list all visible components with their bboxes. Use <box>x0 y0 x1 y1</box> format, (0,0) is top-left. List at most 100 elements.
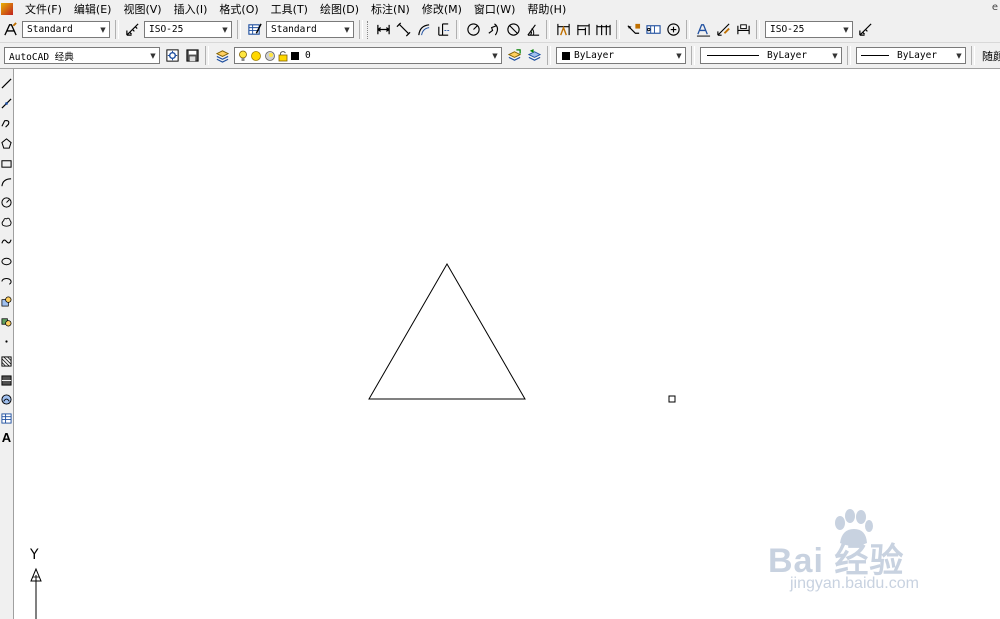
line-tool-icon[interactable] <box>0 75 13 92</box>
lineweight-preview-line <box>861 55 889 56</box>
linetype-value: ByLayer <box>767 50 808 61</box>
angular-dimension-icon[interactable] <box>524 21 542 39</box>
region-tool-icon[interactable] <box>0 391 13 408</box>
arc-tool-icon[interactable] <box>0 174 13 191</box>
color-control-select[interactable]: ByLayer ▼ <box>556 47 686 64</box>
radius-dimension-icon[interactable] <box>464 21 482 39</box>
baseline-dimension-icon[interactable] <box>574 21 592 39</box>
cursor-pickbox <box>668 395 676 403</box>
menu-view[interactable]: 视图(V) <box>117 1 167 17</box>
lineweight-value: ByLayer <box>897 50 938 61</box>
multiline-text-tool-icon[interactable]: A <box>0 429 13 446</box>
make-block-tool-icon[interactable] <box>0 313 13 330</box>
table-style-value: Standard <box>271 24 317 35</box>
lineweight-control-select[interactable]: ByLayer ▼ <box>856 47 966 64</box>
construction-line-tool-icon[interactable] <box>0 95 13 112</box>
aligned-dimension-icon[interactable] <box>394 21 412 39</box>
viewport-freeze-icon[interactable] <box>264 50 276 62</box>
polyline-tool-icon[interactable] <box>0 115 13 132</box>
dimension-style-icon[interactable] <box>123 21 141 39</box>
toolbar-separator <box>686 20 690 39</box>
polygon-tool-icon[interactable] <box>0 135 13 152</box>
chevron-down-icon: ▼ <box>843 25 849 34</box>
ordinate-dimension-icon[interactable] <box>434 21 452 39</box>
autocad-app-icon[interactable] <box>1 2 13 15</box>
tolerance-icon[interactable] <box>644 21 662 39</box>
color-swatch <box>562 51 570 60</box>
dimension-update-icon[interactable] <box>734 21 752 39</box>
text-style-icon[interactable] <box>1 21 19 39</box>
toolbar-separator <box>847 46 851 65</box>
lock-icon[interactable] <box>278 50 288 62</box>
jogged-dimension-icon[interactable] <box>484 21 502 39</box>
menu-window[interactable]: 窗口(W) <box>468 1 521 17</box>
layer-previous-icon[interactable] <box>525 47 543 65</box>
lightbulb-icon[interactable] <box>238 50 248 62</box>
menu-insert[interactable]: 插入(I) <box>168 1 214 17</box>
current-layer-name: 0 <box>305 50 311 61</box>
save-workspace-icon[interactable] <box>183 47 201 65</box>
triangle-shape[interactable] <box>368 263 526 400</box>
quick-dimension-icon[interactable] <box>554 21 572 39</box>
chevron-down-icon: ▼ <box>832 51 838 60</box>
window-corner-glyph: e <box>991 2 998 13</box>
layer-properties-manager-icon[interactable] <box>213 47 231 65</box>
dimension-edit-icon[interactable] <box>694 21 712 39</box>
linetype-control-select[interactable]: ByLayer ▼ <box>700 47 842 64</box>
table-tool-icon[interactable] <box>0 410 13 427</box>
chevron-down-icon: ▼ <box>344 25 350 34</box>
drawing-canvas[interactable]: Y <box>14 69 1000 619</box>
plot-style-control-partial[interactable]: 随颜色 <box>978 48 1000 64</box>
table-style-select[interactable]: Standard ▼ <box>266 21 354 38</box>
toolbar-separator <box>115 20 119 39</box>
dimension-style-value: ISO-25 <box>149 24 184 35</box>
dimension-style-control-value: ISO-25 <box>770 24 805 35</box>
table-style-icon[interactable] <box>245 21 263 39</box>
dimension-style-manager-icon[interactable] <box>856 21 874 39</box>
make-object-layer-current-icon[interactable] <box>505 47 523 65</box>
chevron-down-icon: ▼ <box>956 51 962 60</box>
menu-dimension[interactable]: 标注(N) <box>365 1 416 17</box>
point-tool-icon[interactable] <box>0 333 13 350</box>
menu-edit[interactable]: 编辑(E) <box>68 1 118 17</box>
menu-file[interactable]: 文件(F) <box>19 1 68 17</box>
diameter-dimension-icon[interactable] <box>504 21 522 39</box>
ellipse-tool-icon[interactable] <box>0 253 13 270</box>
toolbar-separator <box>546 20 550 39</box>
ucs-y-label: Y <box>29 547 39 563</box>
toolbar-separator <box>756 20 760 39</box>
spline-tool-icon[interactable] <box>0 233 13 250</box>
sun-icon[interactable] <box>250 50 262 62</box>
hatch-tool-icon[interactable] <box>0 353 13 370</box>
menu-tools[interactable]: 工具(T) <box>265 1 314 17</box>
insert-block-tool-icon[interactable] <box>0 293 13 310</box>
rectangle-tool-icon[interactable] <box>0 155 13 172</box>
linear-dimension-icon[interactable] <box>374 21 392 39</box>
layer-control-select[interactable]: 0 ▼ <box>234 47 502 64</box>
toolbar-separator <box>359 20 363 39</box>
circle-tool-icon[interactable] <box>0 194 13 211</box>
toolbar-separator <box>971 46 975 65</box>
menu-help[interactable]: 帮助(H) <box>521 1 572 17</box>
toolbar-grip[interactable] <box>367 20 371 39</box>
menu-modify[interactable]: 修改(M) <box>416 1 468 17</box>
toolbar-separator <box>237 20 241 39</box>
text-style-select[interactable]: Standard ▼ <box>22 21 110 38</box>
workspace-settings-icon[interactable] <box>163 47 181 65</box>
draw-toolbar: A <box>0 69 14 619</box>
workspace-select[interactable]: AutoCAD 经典 ▼ <box>4 47 160 64</box>
dimension-style-control-select[interactable]: ISO-25 ▼ <box>765 21 853 38</box>
arc-length-icon[interactable] <box>414 21 432 39</box>
leader-icon[interactable] <box>624 21 642 39</box>
center-mark-icon[interactable] <box>664 21 682 39</box>
toolbar-separator <box>456 20 460 39</box>
ellipse-arc-tool-icon[interactable] <box>0 273 13 290</box>
gradient-tool-icon[interactable] <box>0 372 13 389</box>
menu-format[interactable]: 格式(O) <box>213 1 264 17</box>
revision-cloud-tool-icon[interactable] <box>0 214 13 231</box>
dimension-style-select[interactable]: ISO-25 ▼ <box>144 21 232 38</box>
continue-dimension-icon[interactable] <box>594 21 612 39</box>
toolbar-separator <box>547 46 551 65</box>
dimension-text-edit-icon[interactable] <box>714 21 732 39</box>
menu-draw[interactable]: 绘图(D) <box>314 1 365 17</box>
